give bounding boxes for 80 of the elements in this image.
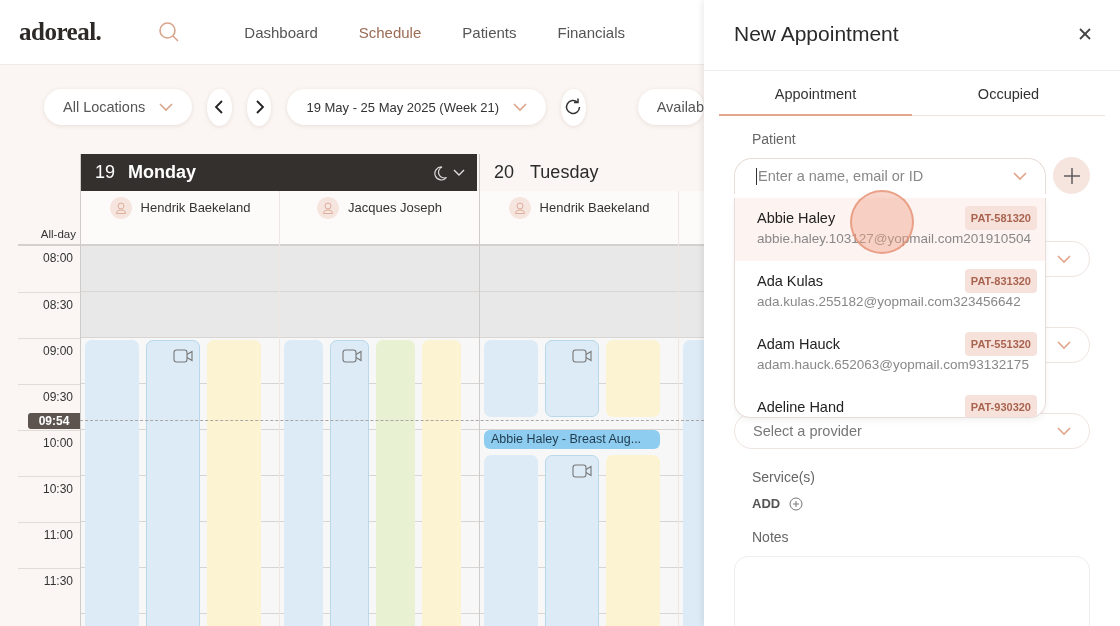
chevron-down-icon — [453, 168, 465, 177]
chevron-down-icon — [1057, 426, 1071, 436]
availability-button[interactable]: Availab — [637, 89, 704, 125]
availability-slot[interactable] — [207, 340, 261, 626]
time-label: 09:00 — [42, 344, 73, 358]
plus-icon — [1062, 166, 1081, 185]
time-label: 08:00 — [42, 251, 73, 265]
previous-button[interactable] — [207, 88, 232, 126]
chevron-down-icon — [1057, 254, 1071, 264]
patient-name: Abbie Haley — [757, 210, 836, 226]
next-button[interactable] — [246, 88, 272, 126]
time-label: 08:30 — [42, 298, 73, 312]
patient-combobox[interactable]: Enter a name, email or ID — [734, 157, 1046, 194]
patient-id-badge: PAT-551320 — [964, 332, 1037, 356]
availability-slot[interactable] — [422, 340, 461, 626]
time-label: 11:30 — [43, 574, 73, 588]
video-camera-icon — [173, 349, 193, 363]
availability-slot[interactable] — [376, 340, 415, 626]
nav-link[interactable]: Schedule — [358, 23, 422, 41]
patient-id-badge: PAT-930320 — [964, 395, 1037, 417]
appointment-event[interactable]: Abbie Haley - Breast Aug... — [484, 430, 660, 449]
field-label: Service(s) — [752, 469, 816, 485]
chevron-down-icon — [513, 102, 528, 112]
date-range-dropdown[interactable]: 19 May - 25 May 2025 (Week 21) — [287, 89, 547, 125]
availability-slot[interactable] — [545, 340, 599, 417]
time-label: 11:00 — [43, 528, 73, 542]
add-service-button[interactable]: ADD — [752, 496, 804, 511]
patient-name: Ada Kulas — [757, 273, 824, 289]
time-label: 10:00 — [42, 436, 73, 450]
field-label: Notes — [752, 529, 790, 545]
panel-title: New Appointment — [734, 22, 900, 46]
close-icon — [1078, 27, 1092, 41]
provider-name: Jacques Joseph — [348, 200, 442, 215]
location-dropdown[interactable]: All Locations — [44, 89, 193, 125]
patient-name: Adam Hauck — [757, 336, 840, 352]
chevron-down-icon — [1057, 340, 1071, 350]
patient-option[interactable]: Adam Hauck PAT-551320 adam.hauck.652063@yopmail.com93132175 — [735, 324, 1045, 387]
availability-slot[interactable] — [330, 340, 369, 626]
day-number: 19 — [95, 162, 116, 183]
refresh-button[interactable] — [561, 88, 586, 126]
field-label: Patient — [752, 131, 797, 147]
patient-email: ada.kulas.255182@yopmail.com323456642 — [757, 294, 1022, 309]
nav-link[interactable]: Dashboard — [244, 23, 318, 41]
moon-icon — [432, 164, 448, 181]
availability-slot[interactable] — [85, 340, 139, 626]
provider-name: Hendrik Baekeland — [539, 200, 650, 215]
day-number: 20 — [494, 162, 515, 183]
nav-link[interactable]: Financials — [557, 23, 626, 41]
current-time-badge: 09:54 — [28, 412, 80, 429]
video-camera-icon — [572, 464, 592, 478]
day-header[interactable]: 19 Monday — [81, 154, 477, 191]
plus-circle-icon — [789, 496, 804, 511]
day-name: Tuesday — [530, 162, 599, 183]
availability-slot[interactable] — [606, 340, 660, 417]
provider-name: Hendrik Baekeland — [140, 200, 251, 215]
patient-option[interactable]: Ada Kulas PAT-831320 ada.kulas.255182@yopmail.com323456642 — [735, 261, 1045, 324]
chevron-down-icon — [159, 102, 174, 112]
avatar-icon — [317, 197, 339, 219]
time-label: 10:30 — [42, 482, 73, 496]
availability-slot[interactable] — [146, 340, 200, 626]
logo: adoreal. — [19, 18, 102, 46]
video-camera-icon — [342, 349, 362, 363]
availability-slot[interactable] — [484, 340, 538, 417]
tab[interactable]: Occupied — [912, 74, 1105, 116]
all-day-label: All-day — [40, 228, 76, 240]
add-patient-button[interactable] — [1053, 157, 1090, 194]
video-camera-icon — [572, 349, 592, 363]
avatar-icon — [109, 197, 132, 219]
patient-id-badge: PAT-581320 — [964, 206, 1037, 230]
availability-slot[interactable] — [284, 340, 323, 626]
avatar-icon — [508, 197, 531, 219]
search-icon[interactable] — [158, 21, 181, 43]
chevron-down-icon — [1013, 171, 1027, 181]
tab[interactable]: Appointment — [719, 74, 912, 116]
day-name: Monday — [128, 162, 197, 183]
nav-link[interactable]: Patients — [462, 23, 517, 41]
patient-name: Adeline Hand — [757, 399, 845, 415]
patient-email: adam.hauck.652063@yopmail.com93132175 — [757, 357, 1030, 372]
patient-id-badge: PAT-831320 — [964, 269, 1037, 293]
time-label: 09:30 — [42, 390, 73, 404]
